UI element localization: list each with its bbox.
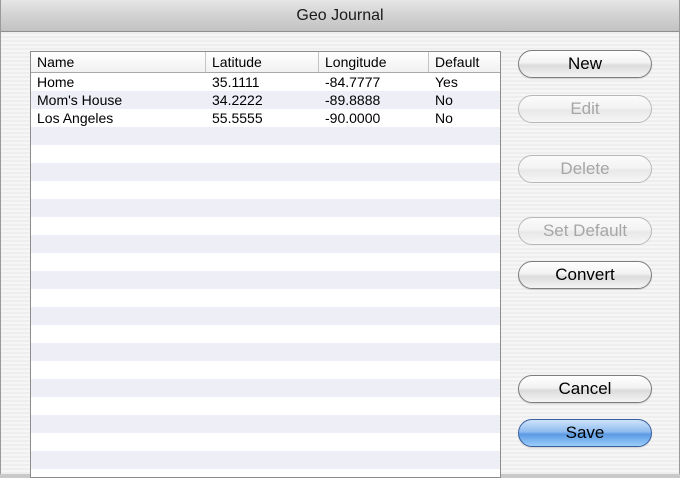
empty-row	[31, 451, 500, 469]
delete-button[interactable]: Delete	[518, 155, 652, 183]
empty-row	[31, 127, 500, 145]
convert-button[interactable]: Convert	[518, 261, 652, 289]
cell-latitude: 34.2222	[212, 92, 263, 108]
table-row[interactable]: Home 35.1111 -84.7777 Yes	[31, 73, 500, 91]
empty-row	[31, 271, 500, 289]
table-body: Home 35.1111 -84.7777 Yes Mom's House 34…	[31, 73, 500, 469]
column-header-default[interactable]: Default	[429, 52, 500, 72]
cell-default: Yes	[435, 74, 458, 90]
empty-row	[31, 433, 500, 451]
geo-journal-window: Geo Journal Name Latitude Longitude Defa…	[0, 0, 680, 478]
empty-row	[31, 415, 500, 433]
empty-row	[31, 343, 500, 361]
empty-row	[31, 199, 500, 217]
empty-row	[31, 361, 500, 379]
cell-longitude: -89.8888	[325, 92, 381, 108]
cell-longitude: -84.7777	[325, 74, 381, 90]
cell-default: No	[435, 110, 453, 126]
empty-row	[31, 163, 500, 181]
empty-row	[31, 307, 500, 325]
empty-row	[31, 379, 500, 397]
set-default-button[interactable]: Set Default	[518, 217, 652, 245]
empty-row	[31, 397, 500, 415]
empty-row	[31, 289, 500, 307]
cell-name: Los Angeles	[37, 110, 114, 126]
empty-row	[31, 217, 500, 235]
window-title: Geo Journal	[1, 0, 679, 32]
new-button[interactable]: New	[518, 50, 652, 78]
cancel-button[interactable]: Cancel	[518, 375, 652, 403]
empty-row	[31, 181, 500, 199]
empty-row	[31, 325, 500, 343]
empty-row	[31, 253, 500, 271]
dialog-content: Name Latitude Longitude Default Home 35.…	[1, 32, 679, 478]
table-row[interactable]: Los Angeles 55.5555 -90.0000 No	[31, 109, 500, 127]
empty-row	[31, 145, 500, 163]
edit-button[interactable]: Edit	[518, 95, 652, 123]
table-header: Name Latitude Longitude Default	[31, 52, 500, 73]
cell-longitude: -90.0000	[325, 110, 381, 126]
empty-row	[31, 235, 500, 253]
column-header-longitude[interactable]: Longitude	[319, 52, 429, 72]
column-header-name[interactable]: Name	[31, 52, 206, 72]
column-header-latitude[interactable]: Latitude	[206, 52, 319, 72]
cell-latitude: 35.1111	[212, 74, 260, 90]
cell-name: Home	[37, 74, 75, 90]
cell-name: Mom's House	[37, 92, 123, 108]
cell-latitude: 55.5555	[212, 110, 263, 126]
save-button[interactable]: Save	[518, 419, 652, 447]
locations-table[interactable]: Name Latitude Longitude Default Home 35.…	[30, 51, 501, 478]
table-row[interactable]: Mom's House 34.2222 -89.8888 No	[31, 91, 500, 109]
cell-default: No	[435, 92, 453, 108]
